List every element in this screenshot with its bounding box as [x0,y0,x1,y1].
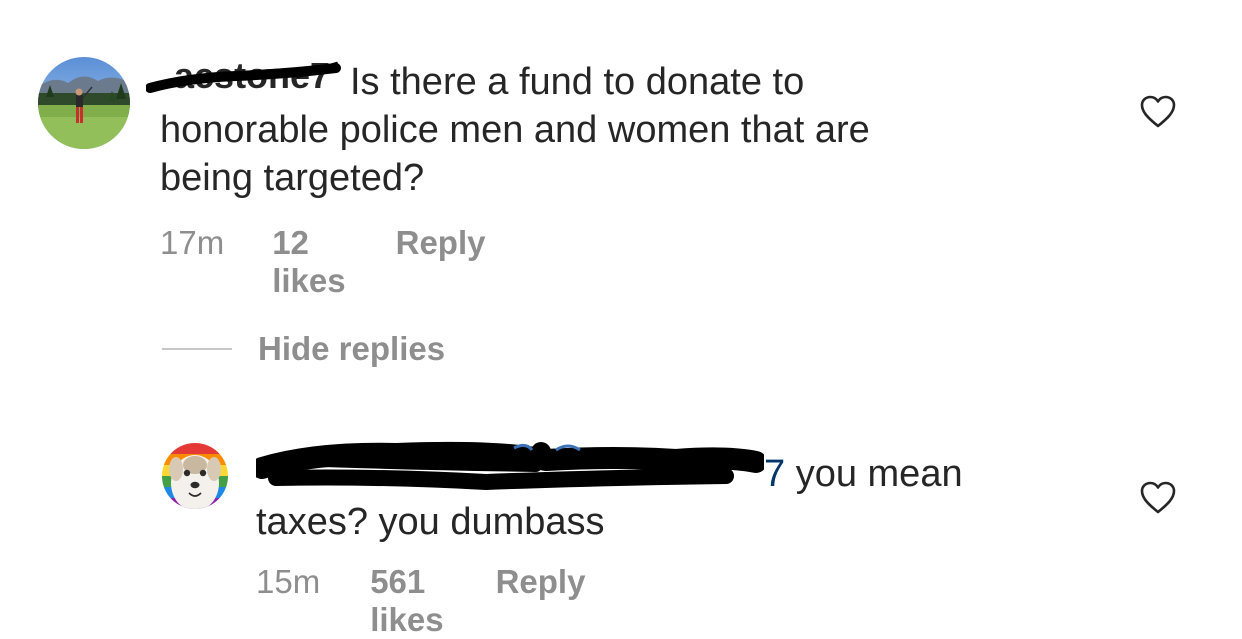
hide-replies-label: Hide replies [258,330,446,367]
heart-outline-icon[interactable] [1140,95,1176,129]
comment-2-text: 7 you mean taxes? you dumbass [256,441,1116,546]
comment-1-line-2: honorable police men and women that are [160,109,870,151]
dog-avatar-image [162,443,228,509]
comment-2-line-2: taxes? you dumbass [256,501,605,543]
golfer-avatar-image [38,57,130,149]
comment-1-line-1: Is there a fund to donate to [350,61,805,103]
comment-2-timestamp: 15m [256,563,321,600]
hide-replies-divider [162,348,232,350]
comment-1-meta: 17m 12 likes Reply [160,224,485,300]
heart-outline-icon[interactable] [1140,481,1176,515]
redaction-scribble [146,61,341,93]
avatar-dog[interactable] [162,443,228,509]
redaction-scribble-2 [256,441,764,491]
username-redacted[interactable]: acstone7 [146,54,350,96]
hide-replies-toggle[interactable]: Hide replies [162,330,445,368]
comment-2-likes[interactable]: 561 likes [370,563,443,639]
reply-username-end[interactable]: 7 [764,453,785,495]
comment-1-likes[interactable]: 12 likes [272,224,345,300]
comment-1-text: acstone7 Is there a fund to donate to ho… [146,54,1120,202]
comment-2-meta: 15m 561 likes Reply [256,563,585,639]
comment-1-reply-button[interactable]: Reply [396,224,486,262]
comment-1-timestamp: 17m [160,224,225,261]
avatar-golfer[interactable] [38,57,130,149]
comment-2-line-1: you mean [795,453,963,495]
comment-1-line-3: being targeted? [160,157,425,199]
reply-username-redacted[interactable] [256,441,764,491]
comment-2-reply-button[interactable]: Reply [496,563,586,601]
